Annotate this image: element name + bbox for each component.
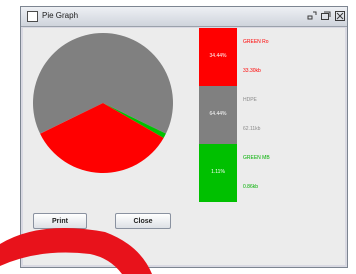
close-icon[interactable]	[334, 10, 346, 22]
pie-graph-window: Pie Graph 34.44% GREEN Ro 33.30kb 64.44%…	[20, 6, 348, 268]
legend-label: GREEN MB	[243, 155, 270, 161]
content-panel: 34.44% GREEN Ro 33.30kb 64.44% HDPE 62.1…	[23, 28, 345, 265]
legend-swatch-hdpe: 64.44%	[199, 86, 237, 144]
maximize-icon[interactable]	[320, 10, 332, 22]
legend-size: 0.86kb	[243, 184, 259, 190]
title-bar[interactable]: Pie Graph	[21, 7, 347, 27]
legend-percent: 64.44%	[209, 111, 227, 117]
legend-size: 62.11kb	[243, 126, 261, 132]
print-button[interactable]: Print	[33, 213, 87, 229]
close-button[interactable]: Close	[115, 213, 171, 229]
window-title: Pie Graph	[42, 11, 79, 20]
minimize-icon[interactable]	[306, 10, 318, 22]
legend-label: HDPE	[243, 97, 257, 103]
pie-chart	[31, 28, 181, 183]
legend-percent: 1.11%	[211, 169, 225, 175]
legend-swatch-green-mb: 1.11%	[199, 144, 237, 202]
window-icon	[27, 11, 38, 22]
legend-percent: 34.44%	[209, 53, 227, 59]
legend-swatch-green-ro: 34.44%	[199, 28, 237, 86]
legend-size: 33.30kb	[243, 68, 261, 74]
legend-label: GREEN Ro	[243, 39, 269, 45]
